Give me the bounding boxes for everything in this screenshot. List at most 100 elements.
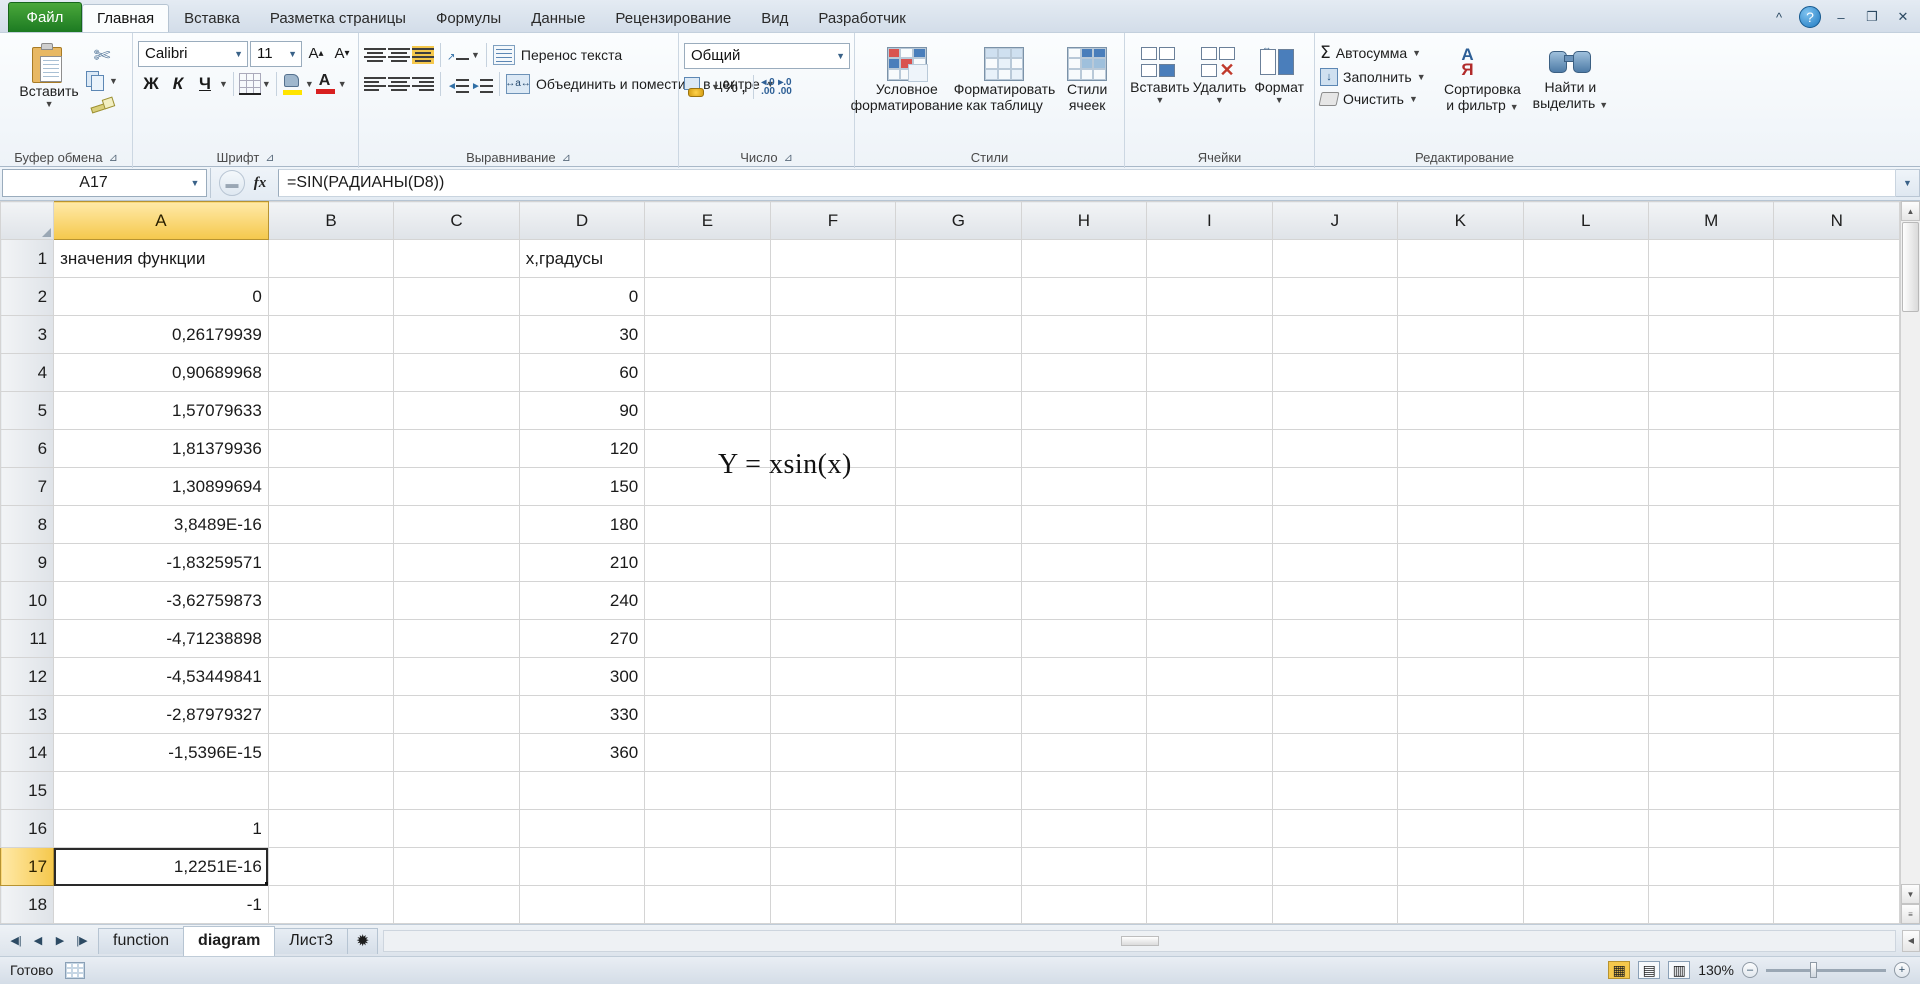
cell-M3[interactable] xyxy=(1647,315,1775,355)
cell-D4[interactable]: 60 xyxy=(518,353,646,393)
cell-M17[interactable] xyxy=(1647,847,1775,887)
cell-I6[interactable] xyxy=(1146,429,1273,469)
cell-D8[interactable]: 180 xyxy=(518,505,646,545)
scroll-track[interactable] xyxy=(1901,313,1920,884)
cell-I11[interactable] xyxy=(1146,619,1273,659)
table-row[interactable]: 13 -2,87979327 330 xyxy=(0,695,1900,735)
cell-A9[interactable]: -1,83259571 xyxy=(53,543,269,583)
row-header-12[interactable]: 12 xyxy=(0,657,55,697)
cell-L7[interactable] xyxy=(1522,467,1649,507)
cell-F18[interactable] xyxy=(769,885,897,925)
table-row[interactable]: 12 -4,53449841 300 xyxy=(0,657,1900,697)
cell-K3[interactable] xyxy=(1397,315,1524,355)
cell-D14[interactable]: 360 xyxy=(518,733,646,773)
cell-L14[interactable] xyxy=(1522,733,1649,773)
bold-button[interactable]: Ж xyxy=(138,71,164,97)
cell-C4[interactable] xyxy=(393,353,520,393)
table-row[interactable]: 6 1,81379936 120 xyxy=(0,429,1900,469)
cell-K4[interactable] xyxy=(1397,353,1524,393)
tab-review[interactable]: Рецензирование xyxy=(600,4,746,32)
cell-J11[interactable] xyxy=(1271,619,1399,659)
cell-H13[interactable] xyxy=(1020,695,1148,735)
cell-C10[interactable] xyxy=(393,581,520,621)
cell-D9[interactable]: 210 xyxy=(518,543,646,583)
zoom-slider[interactable] xyxy=(1766,961,1886,979)
cell-B9[interactable] xyxy=(267,543,395,583)
cell-H11[interactable] xyxy=(1020,619,1148,659)
cell-H1[interactable] xyxy=(1020,239,1148,279)
tab-data[interactable]: Данные xyxy=(516,4,600,32)
cell-M16[interactable] xyxy=(1647,809,1775,849)
row-header-10[interactable]: 10 xyxy=(0,581,55,621)
align-right-icon[interactable] xyxy=(412,75,434,93)
cell-M12[interactable] xyxy=(1647,657,1775,697)
scroll-down-button[interactable]: ▼ xyxy=(1901,884,1920,905)
cell-G1[interactable] xyxy=(895,239,1022,279)
cell-A11[interactable]: -4,71238898 xyxy=(53,619,269,659)
chevron-down-icon[interactable]: ▼ xyxy=(1215,95,1224,104)
cell-N4[interactable] xyxy=(1773,353,1900,393)
horizontal-scrollbar[interactable] xyxy=(383,929,1896,952)
row-header-13[interactable]: 13 xyxy=(0,695,55,735)
cell-A14[interactable]: -1,5396E-15 xyxy=(53,733,269,773)
cell-G18[interactable] xyxy=(895,885,1022,925)
font-color-icon[interactable]: A xyxy=(315,72,337,95)
cell-G15[interactable] xyxy=(895,771,1022,811)
cell-D5[interactable]: 90 xyxy=(518,391,646,431)
align-bottom-icon[interactable] xyxy=(412,45,434,64)
cell-J4[interactable] xyxy=(1271,353,1399,393)
cell-F5[interactable] xyxy=(769,391,897,431)
nav-last-sheet-icon[interactable]: |▶ xyxy=(72,931,92,951)
cell-N9[interactable] xyxy=(1773,543,1900,583)
cell-A18[interactable]: -1 xyxy=(53,885,269,925)
table-row[interactable]: 3 0,26179939 30 xyxy=(0,315,1900,355)
cell-H4[interactable] xyxy=(1020,353,1148,393)
cell-H5[interactable] xyxy=(1020,391,1148,431)
cell-L11[interactable] xyxy=(1522,619,1649,659)
cell-F14[interactable] xyxy=(769,733,897,773)
cell-E15[interactable] xyxy=(644,771,771,811)
formula-input[interactable]: =SIN(РАДИАНЫ(D8)) xyxy=(278,169,1896,198)
select-all-corner[interactable] xyxy=(0,201,55,241)
row-header-7[interactable]: 7 xyxy=(0,467,55,507)
cell-A6[interactable]: 1,81379936 xyxy=(53,429,269,469)
cell-N15[interactable] xyxy=(1773,771,1900,811)
cell-C13[interactable] xyxy=(393,695,520,735)
cell-F16[interactable] xyxy=(769,809,897,849)
cell-I12[interactable] xyxy=(1146,657,1273,697)
insert-cells-button[interactable]: Вставить ▼ xyxy=(1130,43,1190,104)
new-sheet-icon[interactable]: ✹ xyxy=(346,927,379,954)
cell-K5[interactable] xyxy=(1397,391,1524,431)
cell-G5[interactable] xyxy=(895,391,1022,431)
cell-J3[interactable] xyxy=(1271,315,1399,355)
cell-F11[interactable] xyxy=(769,619,897,659)
zoom-in-button[interactable]: + xyxy=(1894,962,1910,979)
cell-L3[interactable] xyxy=(1522,315,1649,355)
cell-M9[interactable] xyxy=(1647,543,1775,583)
cell-B16[interactable] xyxy=(267,809,395,849)
cell-J1[interactable] xyxy=(1271,239,1399,279)
conditional-formatting-button[interactable]: Условное форматирование xyxy=(851,43,963,113)
cell-G7[interactable] xyxy=(895,467,1022,507)
fill-color-icon[interactable] xyxy=(282,73,304,95)
cell-H17[interactable] xyxy=(1020,847,1148,887)
fill-button[interactable]: ↓ Заполнить ▼ xyxy=(1320,67,1433,86)
cell-A16[interactable]: 1 xyxy=(53,809,269,849)
cell-D6[interactable]: 120 xyxy=(518,429,646,469)
align-middle-icon[interactable] xyxy=(388,46,410,64)
name-box[interactable]: A17 ▼ xyxy=(2,169,207,198)
increase-indent-icon[interactable]: ► xyxy=(471,75,493,93)
cell-J14[interactable] xyxy=(1271,733,1399,773)
cell-L8[interactable] xyxy=(1522,505,1649,545)
cell-F3[interactable] xyxy=(769,315,897,355)
cell-H10[interactable] xyxy=(1020,581,1148,621)
cell-F10[interactable] xyxy=(769,581,897,621)
cell-C3[interactable] xyxy=(393,315,520,355)
cell-M18[interactable] xyxy=(1647,885,1775,925)
align-left-icon[interactable] xyxy=(364,75,386,93)
chevron-down-icon[interactable]: ▼ xyxy=(711,82,720,91)
cell-L13[interactable] xyxy=(1522,695,1649,735)
cell-A3[interactable]: 0,26179939 xyxy=(53,315,269,355)
cell-F17[interactable] xyxy=(769,847,897,887)
format-cells-button[interactable]: ↔ Формат ▼ xyxy=(1249,42,1309,105)
